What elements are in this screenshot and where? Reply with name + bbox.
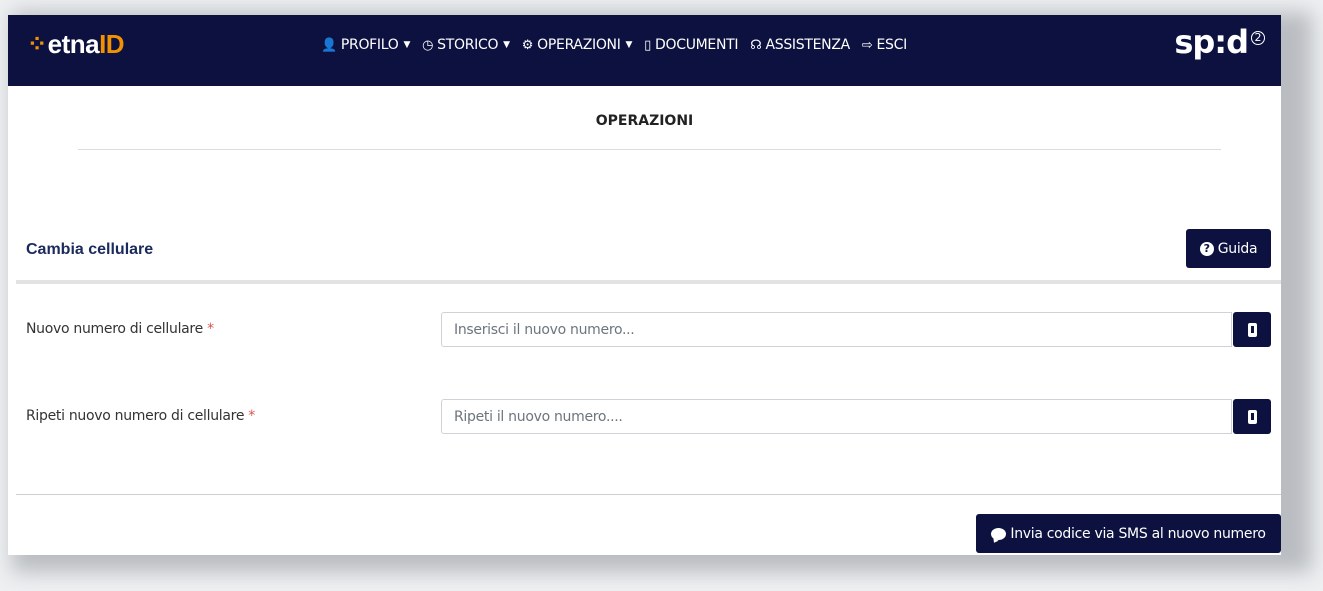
nav-assistenza-label: ASSISTENZA	[765, 37, 850, 53]
user-icon: 👤	[321, 37, 337, 53]
form-footer-divider	[16, 494, 1281, 495]
section-divider	[16, 280, 1281, 284]
nav-profilo-label: PROFILO	[340, 37, 399, 53]
mobile-phone-icon	[1247, 409, 1257, 424]
nav-documenti-label: DOCUMENTI	[655, 37, 739, 53]
top-navbar: ⁘ etna ID 👤 PROFILO ▼ ◷ STORICO ▼ ⚙ OPER…	[8, 15, 1281, 86]
nav-profilo[interactable]: 👤 PROFILO ▼	[321, 34, 410, 56]
nav-esci-label: ESCI	[876, 37, 907, 53]
nav-esci[interactable]: ⇨ ESCI	[862, 34, 907, 56]
app-window: ⁘ etna ID 👤 PROFILO ▼ ◷ STORICO ▼ ⚙ OPER…	[8, 15, 1281, 555]
nav-operazioni[interactable]: ⚙ OPERAZIONI ▼	[521, 34, 633, 56]
history-icon: ◷	[422, 37, 434, 53]
spid-text: sp:d	[1174, 23, 1249, 61]
nav-operazioni-label: OPERAZIONI	[537, 37, 621, 53]
mobile-phone-icon	[1247, 322, 1257, 337]
nav-documenti[interactable]: ▯ DOCUMENTI	[644, 34, 738, 56]
caret-down-icon: ▼	[625, 40, 633, 50]
headset-icon: ☊	[750, 37, 762, 53]
spid-level-badge: 2	[1251, 31, 1265, 45]
guida-label: Guida	[1217, 240, 1258, 257]
caret-down-icon: ▼	[503, 40, 510, 50]
required-marker: *	[207, 321, 214, 337]
etnaid-logo[interactable]: ⁘ etna ID	[27, 29, 125, 60]
caret-down-icon: ▼	[403, 40, 411, 50]
chat-bubble-icon	[991, 527, 1007, 540]
repeat-phone-input[interactable]	[441, 399, 1232, 434]
main-nav: 👤 PROFILO ▼ ◷ STORICO ▼ ⚙ OPERAZIONI ▼ ▯…	[321, 34, 919, 56]
title-divider	[78, 149, 1221, 150]
gear-icon: ⚙	[521, 37, 534, 53]
nav-storico-label: STORICO	[437, 37, 499, 53]
new-phone-label: Nuovo numero di cellulare *	[26, 321, 214, 337]
nav-storico[interactable]: ◷ STORICO ▼	[422, 34, 510, 56]
document-icon: ▯	[644, 37, 652, 53]
section-title: Cambia cellulare	[26, 241, 154, 258]
help-icon: ?	[1199, 241, 1214, 256]
new-phone-input[interactable]	[441, 312, 1232, 347]
guida-button[interactable]: ? Guida	[1186, 229, 1271, 268]
page-title: OPERAZIONI	[595, 113, 694, 129]
logout-icon: ⇨	[861, 37, 873, 53]
spid-logo: sp:d 2	[1174, 23, 1265, 61]
send-sms-code-button[interactable]: Invia codice via SMS al nuovo numero	[976, 514, 1281, 553]
repeat-phone-label-text: Ripeti nuovo numero di cellulare	[26, 408, 245, 424]
repeat-phone-label: Ripeti nuovo numero di cellulare *	[26, 408, 255, 424]
new-phone-label-text: Nuovo numero di cellulare	[26, 321, 203, 337]
logo-mark-icon: ⁘	[27, 31, 47, 58]
new-phone-addon-button[interactable]	[1233, 312, 1271, 347]
repeat-phone-addon-button[interactable]	[1233, 399, 1271, 434]
logo-text: etna	[47, 29, 100, 59]
required-marker: *	[248, 408, 255, 424]
logo-text-id: ID	[99, 29, 125, 59]
send-sms-label: Invia codice via SMS al nuovo numero	[1010, 525, 1266, 542]
nav-assistenza[interactable]: ☊ ASSISTENZA	[750, 34, 850, 56]
